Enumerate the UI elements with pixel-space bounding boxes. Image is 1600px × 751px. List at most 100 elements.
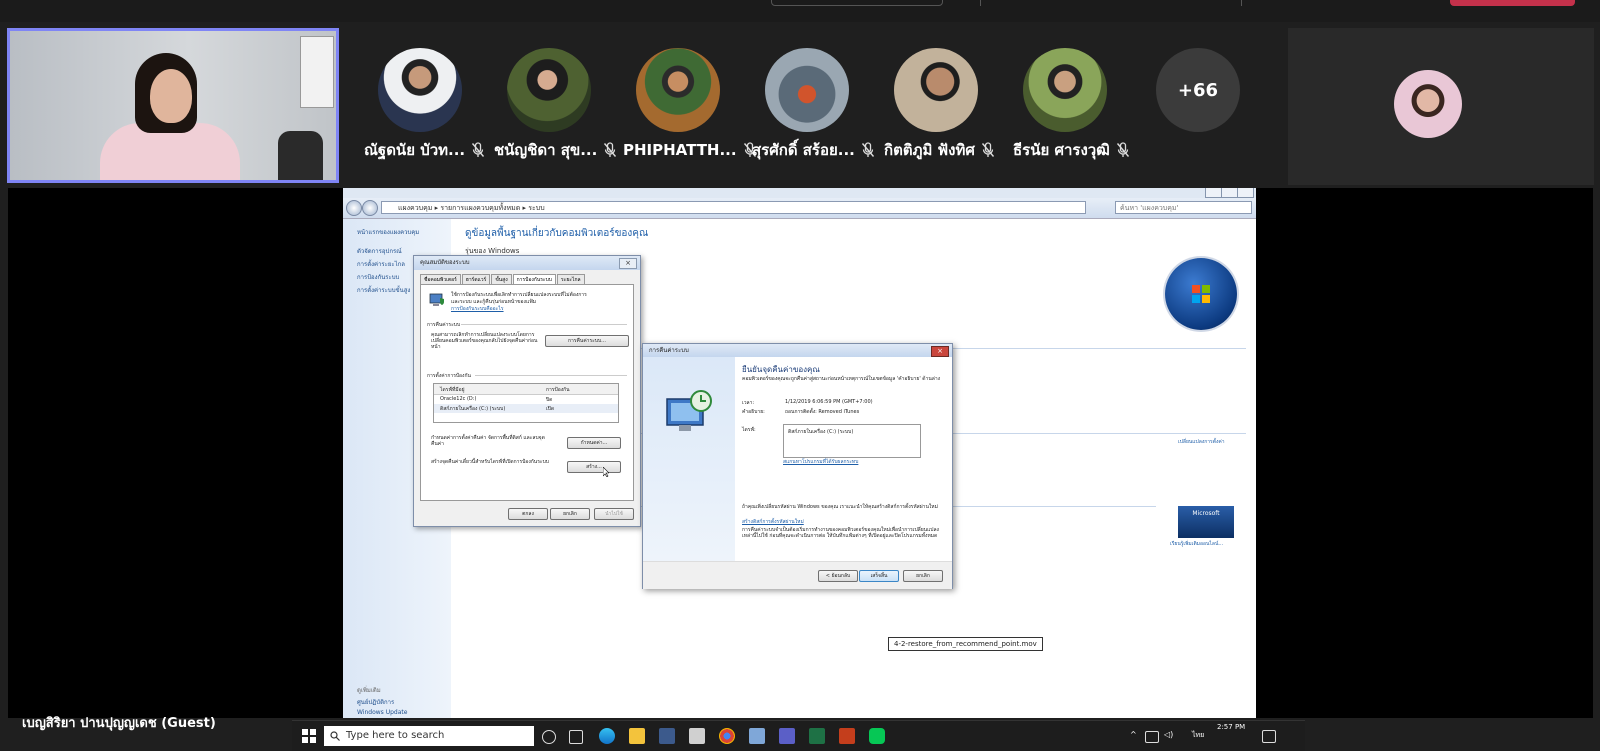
participant-avatar[interactable] [765,48,849,132]
presenter-video[interactable] [7,28,339,183]
tab-panel: ใช้การป้องกันระบบเพื่อเลิกทำการเปลี่ยนแป… [420,284,634,501]
toolbar-divider [1241,0,1242,6]
participant-avatar[interactable] [894,48,978,132]
what-is-protection-link[interactable]: การป้องกันระบบคืออะไร [451,305,504,313]
edge-icon[interactable] [599,728,615,744]
configure-button[interactable]: กำหนดค่า... [567,437,621,449]
drive-name: Oracle12c (D:) [440,396,477,402]
description-value: ถอนการติดตั้ง: Removed iTunes [785,409,860,415]
cancel-button[interactable]: ยกเลิก [550,508,590,520]
task-link-advanced[interactable]: การตั้งค่าระบบขั้นสูง [357,285,410,295]
apply-button[interactable]: นำไปใช้ [594,508,634,520]
participant-avatar[interactable] [378,48,462,132]
action-center-link[interactable]: ศูนย์ปฏิบัติการ [357,697,394,707]
participant-name-text: ณัฐดนัย บัวท... [364,141,466,159]
wizard-description: คอมพิวเตอร์ของคุณจะถูกคืนค่าสู่สถานะก่อน… [742,376,941,382]
participant-name-text: ชนัญชิดา สุข... [494,141,598,159]
self-avatar[interactable] [1394,70,1462,138]
close-icon[interactable]: × [619,258,637,269]
password-reset-link[interactable]: สร้างดิสก์การตั้งรหัสผ่านใหม่ [742,518,804,526]
change-settings-link[interactable]: เปลี่ยนแปลงการตั้งค่า [1178,438,1248,446]
search-icon [330,731,340,741]
scan-programs-link[interactable]: สแกนหาโปรแกรมที่ได้รับผลกระทบ [783,458,858,466]
avatar-photo [378,48,462,132]
app-icon[interactable] [749,728,765,744]
teams-icon[interactable] [779,728,795,744]
avatar-photo [1023,48,1107,132]
shared-screen[interactable]: แผงควบคุม ▸ รายการแผงควบคุมทั้งหมด ▸ ระบ… [343,188,1256,718]
tray-chevron-icon[interactable]: ^ [1130,730,1137,739]
address-bar[interactable]: แผงควบคุม ▸ รายการแผงควบคุมทั้งหมด ▸ ระบ… [381,201,1086,214]
task-link-protection[interactable]: การป้องกันระบบ [357,272,399,282]
participant-avatar[interactable] [507,48,591,132]
windows-taskbar: Type here to search ^ ◁) ไทย 2:57 PM [292,720,1305,751]
create-description: สร้างจุดคืนค่าเดี๋ยวนี้สำหรับไดรฟ์ที่เปิ… [431,459,549,465]
participant-avatar[interactable] [1023,48,1107,132]
store-icon[interactable] [659,728,675,744]
file-explorer-icon[interactable] [629,728,645,744]
cancel-button[interactable]: ยกเลิก [903,570,943,582]
close-button[interactable] [1237,188,1254,198]
table-row[interactable]: Oracle12c (D:) ปิด [434,395,618,404]
avatar-photo [507,48,591,132]
whiteboard [300,36,334,108]
mic-muted-icon [981,142,994,157]
network-icon[interactable] [1145,731,1159,743]
drives-list: ไดรฟ์ที่มีอยู่ การป้องกัน Oracle12c (D:)… [433,383,619,423]
participant-name-text: ธีรนัย ศารงวุฒิ [1013,141,1110,159]
powerpoint-icon[interactable] [839,728,855,744]
search-field[interactable] [771,0,943,6]
language-indicator[interactable]: ไทย [1192,730,1204,741]
windows-update-link[interactable]: Windows Update [357,709,407,716]
active-speaker-name: เบญสิริยา ปานปุญญเดช (Guest) [22,716,216,731]
dialog-titlebar: การคืนค่าระบบ [643,344,952,357]
address-bar-area: แผงควบคุม ▸ รายการแผงควบคุมทั้งหมด ▸ ระบ… [343,198,1256,219]
leave-button[interactable] [1450,0,1575,6]
drives-label: ไดรฟ์: [742,427,756,433]
ok-button[interactable]: ตกลง [508,508,548,520]
participant-avatar[interactable] [636,48,720,132]
taskbar-search-input[interactable]: Type here to search [324,726,534,746]
excel-icon[interactable] [809,728,825,744]
volume-icon[interactable]: ◁) [1164,730,1173,739]
participant-name-text: สุรศักดิ์ สร้อย... [752,141,855,159]
column-protection: การป้องกัน [546,387,570,393]
mail-icon[interactable] [689,728,705,744]
list-header: ไดรฟ์ที่มีอยู่ การป้องกัน [434,384,618,395]
toolbar-divider [980,0,981,6]
task-link-remote[interactable]: การตั้งค่าระยะไกล [357,259,405,269]
maximize-button[interactable] [1221,188,1238,198]
participant-name: ณัฐดนัย บัวท... [364,140,485,160]
task-link-device-manager[interactable]: ตัวจัดการอุปกรณ์ [357,246,402,256]
mic-muted-icon [472,142,485,157]
notifications-icon[interactable] [1262,730,1276,743]
meeting-top-bar [0,0,1600,22]
start-icon[interactable] [302,729,316,743]
control-panel-home-link[interactable]: หน้าแรกของแผงควบคุม [357,227,419,237]
chrome-icon[interactable] [719,728,735,744]
clock[interactable]: 2:57 PM [1217,723,1245,731]
mic-muted-icon [1116,142,1129,157]
system-restore-button[interactable]: การคืนค่าระบบ... [545,335,629,347]
restore-description: คุณสามารถเลิกทำการเปลี่ยนแปลงระบบโดยการเ… [431,332,538,350]
computer-shield-icon [429,293,444,306]
line-icon[interactable] [869,728,885,744]
description-label: คำอธิบาย: [742,409,765,415]
finish-button[interactable]: เสร็จสิ้น [859,570,899,582]
table-row[interactable]: ดิสก์ภายในเครื่อง (C:) (ระบบ) เปิด [434,404,618,413]
create-button[interactable]: สร้าง... [567,461,621,473]
back-button[interactable]: < ย้อนกลับ [818,570,858,582]
more-participants-button[interactable]: +66 [1156,48,1240,132]
back-icon[interactable] [346,200,362,216]
minimize-button[interactable] [1205,188,1222,198]
participant-name: PHIPHATTH... [623,140,757,160]
forward-icon[interactable] [362,200,378,216]
configure-description: กำหนดค่าการตั้งค่าคืนค่า จัดการพื้นที่ดิ… [431,435,545,447]
search-input[interactable]: ค้นหา 'แผงควบคุม' [1115,201,1252,214]
learn-more-link[interactable]: เรียนรู้เพิ่มเติมออนไลน์... [1170,540,1223,548]
task-view-icon[interactable] [569,730,583,744]
close-icon[interactable]: × [931,346,949,357]
participant-name-text: กิตติภูมิ ฟังทิศ [884,141,975,159]
participant-name: กิตติภูมิ ฟังทิศ [884,140,995,160]
cortana-icon[interactable] [542,730,556,744]
